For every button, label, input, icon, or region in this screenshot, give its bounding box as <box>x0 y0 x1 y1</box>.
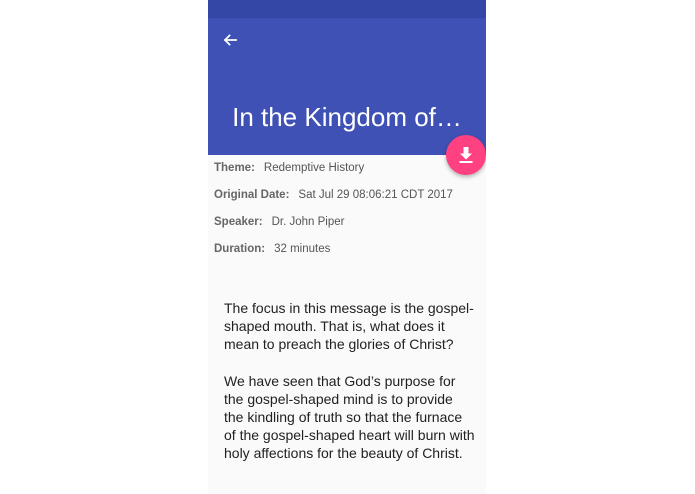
phone-screen: In the Kingdom of… Theme: Redemptive Hist… <box>208 0 486 494</box>
download-icon <box>459 147 473 163</box>
speaker-value: Dr. John Piper <box>271 216 345 228</box>
arrow-left-icon <box>223 34 237 46</box>
sermon-details: Theme: Redemptive History Original Date: S… <box>214 162 453 270</box>
duration-label: Duration: <box>214 243 266 255</box>
description-paragraph-2: We have seen that God’s purpose for the … <box>224 372 475 462</box>
duration-value: 32 minutes <box>274 243 331 255</box>
page-title: In the Kingdom of… <box>232 102 462 132</box>
date-row: Original Date: Sat Jul 29 08:06:21 CDT 20… <box>214 189 453 216</box>
sermon-description: The focus in this message is the gospel-… <box>224 299 476 481</box>
duration-row: Duration: 32 minutes <box>214 243 453 270</box>
description-paragraph-1: The focus in this message is the gospel-… <box>224 300 474 353</box>
app-bar: In the Kingdom of… <box>208 18 486 155</box>
speaker-label: Speaker: <box>214 216 263 228</box>
theme-value: Redemptive History <box>263 162 365 174</box>
original-date-value: Sat Jul 29 08:06:21 CDT 2017 <box>298 189 453 201</box>
status-bar <box>208 0 486 18</box>
theme-label: Theme: <box>214 162 255 174</box>
original-date-label: Original Date: <box>214 189 290 201</box>
speaker-row: Speaker: Dr. John Piper <box>214 216 453 243</box>
back-button[interactable] <box>218 28 242 52</box>
theme-row: Theme: Redemptive History <box>214 162 453 189</box>
